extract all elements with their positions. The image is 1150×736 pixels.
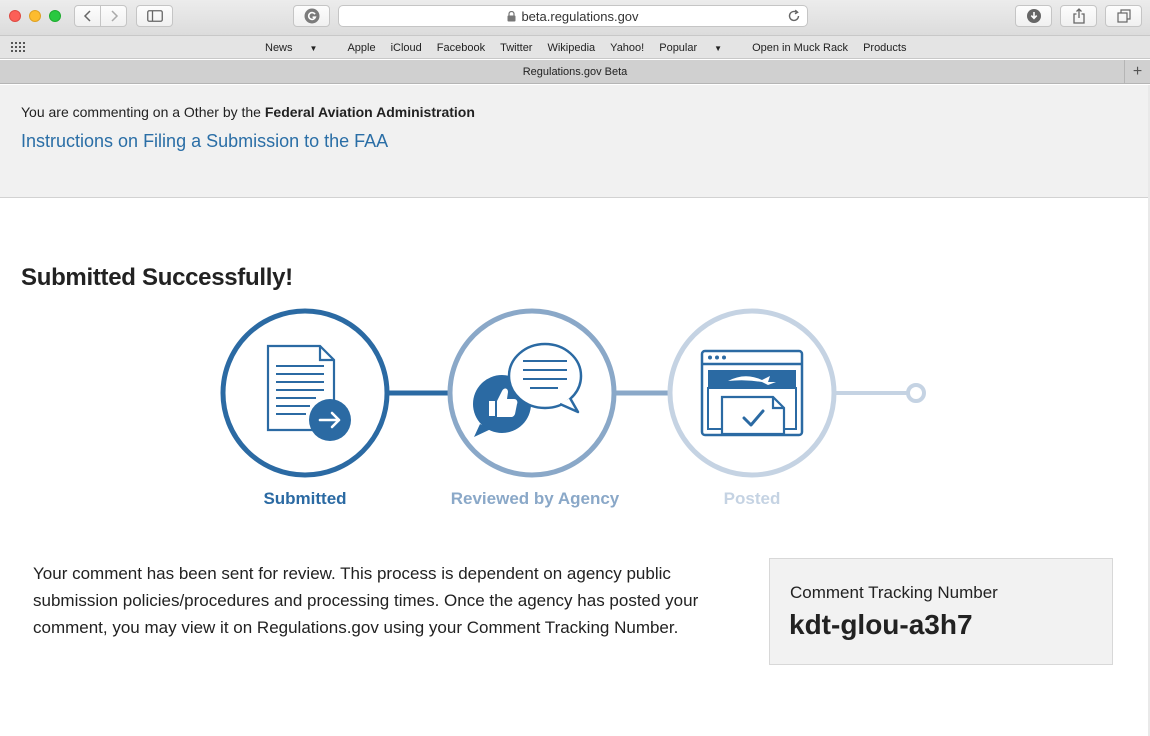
chevron-down-icon: ▼ [714, 43, 723, 53]
share-icon [1072, 8, 1085, 24]
extension-button[interactable] [293, 5, 330, 27]
favorites-list: News ▼ Apple iCloud Facebook Twitter Wiki… [265, 36, 921, 59]
favorite-twitter[interactable]: Twitter [500, 42, 532, 54]
downloads-button[interactable] [1015, 5, 1052, 27]
favorite-apple[interactable]: Apple [347, 42, 375, 54]
context-prefix: You are commenting on a Other by the [21, 104, 265, 120]
chevron-down-icon: ▼ [309, 43, 318, 53]
favorite-label: News [265, 41, 293, 54]
address-bar[interactable]: beta.regulations.gov [338, 5, 808, 27]
favorite-icloud[interactable]: iCloud [391, 42, 422, 54]
step-label-reviewed: Reviewed by Agency [450, 489, 620, 508]
tab-title[interactable]: Regulations.gov Beta [523, 66, 628, 78]
chevron-right-icon [110, 10, 118, 22]
url-text: beta.regulations.gov [521, 8, 639, 24]
navigation-buttons [74, 5, 127, 27]
chevron-left-icon [83, 10, 91, 22]
browser-toolbar: beta.regulations.gov [0, 0, 1150, 36]
agency-name: Federal Aviation Administration [264, 104, 475, 120]
share-button[interactable] [1060, 5, 1097, 27]
download-icon [1026, 9, 1041, 23]
comment-context-banner: You are commenting on a Other by the Fed… [0, 85, 1148, 198]
step-label-posted: Posted [723, 489, 781, 508]
tracking-number-card: Comment Tracking Number kdt-glou-a3h7 [769, 558, 1113, 665]
tab-bar: Regulations.gov Beta + [0, 60, 1150, 84]
lock-icon [507, 10, 516, 21]
favorite-wikipedia[interactable]: Wikipedia [547, 42, 595, 54]
zoom-window-button[interactable] [49, 10, 61, 22]
favorite-yahoo[interactable]: Yahoo! [610, 42, 644, 54]
forward-button[interactable] [100, 6, 126, 26]
favorite-popular[interactable]: Popular ▼ [659, 42, 737, 54]
web-posted-icon [700, 349, 804, 437]
grammarly-icon [304, 8, 319, 24]
step-label-submitted: Submitted [263, 489, 347, 508]
comment-context-text: You are commenting on a Other by the Fed… [21, 104, 475, 120]
tabs-overview-icon [1116, 9, 1131, 23]
favorite-news[interactable]: News ▼ [265, 42, 332, 54]
reload-icon[interactable] [787, 9, 801, 23]
show-tabs-button[interactable] [1105, 5, 1142, 27]
submission-progress-tracker [220, 308, 926, 478]
favorite-facebook[interactable]: Facebook [437, 42, 485, 54]
minimize-window-button[interactable] [29, 10, 41, 22]
favorites-bar: News ▼ Apple iCloud Facebook Twitter Wiki… [0, 36, 1150, 59]
new-tab-button[interactable]: + [1124, 60, 1150, 83]
back-button[interactable] [75, 6, 100, 26]
favorite-label: Popular [659, 41, 698, 54]
review-message: Your comment has been sent for review. T… [33, 564, 699, 637]
tracking-number-label: Comment Tracking Number [790, 583, 998, 602]
sidebar-button[interactable] [136, 5, 173, 27]
favorite-products[interactable]: Products [863, 42, 906, 54]
close-window-button[interactable] [9, 10, 21, 22]
plus-icon: + [1132, 62, 1143, 80]
progress-end-node [906, 383, 926, 403]
top-sites-grid-icon[interactable] [11, 42, 27, 53]
page-title: Submitted Successfully! [21, 264, 293, 291]
favorite-open-in-muck-rack[interactable]: Open in Muck Rack [752, 42, 848, 54]
instructions-link[interactable]: Instructions on Filing a Submission to t… [21, 131, 388, 152]
sidebar-icon [146, 10, 163, 22]
tracking-number-value: kdt-glou-a3h7 [789, 609, 973, 640]
